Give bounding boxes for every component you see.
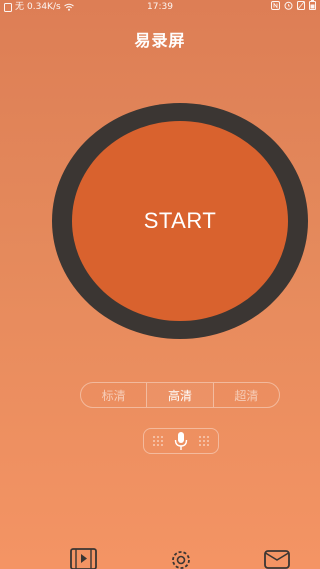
start-label: START [143,208,217,233]
app-screen: 无 0.34K/s 17:39 易录屏 START 标清 高清 超清 [0,0,320,569]
status-right [271,0,316,10]
nav-settings[interactable] [166,544,196,569]
mic-toggle-button[interactable] [143,428,219,454]
bottom-nav [0,540,320,569]
quality-option-sd[interactable]: 标清 [81,383,146,407]
status-bar: 无 0.34K/s 17:39 [0,0,320,14]
no-sim-icon [297,0,305,10]
battery-icon [309,0,316,10]
app-title: 易录屏 [134,31,186,50]
alarm-icon [284,1,293,10]
mail-icon [264,550,290,569]
dot-grid-icon [153,436,163,446]
quality-option-hd[interactable]: 高清 [146,383,214,407]
nav-mail[interactable] [262,544,292,569]
video-list-icon [70,548,97,569]
start-ring: START [52,103,308,339]
quality-option-ultra[interactable]: 超清 [214,383,279,407]
quality-selector: 标清 高清 超清 [80,382,280,408]
microphone-icon [174,432,188,450]
nav-video-list[interactable] [69,544,99,569]
start-button[interactable]: START [72,121,288,321]
dot-grid-icon [199,436,209,446]
nfc-icon [271,0,280,10]
settings-icon [172,551,190,569]
